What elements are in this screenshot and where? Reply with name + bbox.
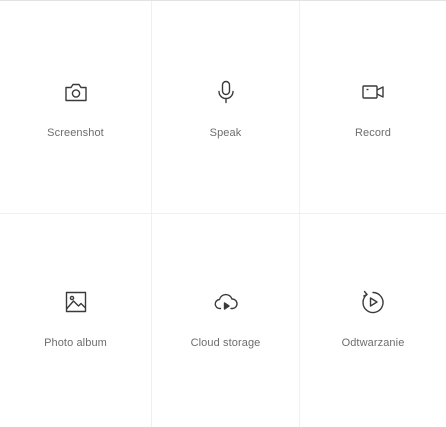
screenshot-button[interactable]: Screenshot [0,1,152,214]
camera-icon [62,78,90,106]
cloud-storage-button[interactable]: Cloud storage [152,214,300,427]
screenshot-label: Screenshot [47,127,104,139]
playback-button[interactable]: Odtwarzanie [300,214,446,427]
record-label: Record [354,127,392,139]
microphone-icon [212,78,240,106]
cloud-play-icon [212,288,240,316]
image-icon [62,288,90,316]
photo-album-label: Photo album [44,337,107,349]
playback-label: Odtwarzanie [341,337,405,349]
speak-label: Speak [209,127,242,139]
action-grid: Screenshot Speak Record Photo album Clou… [0,1,446,427]
replay-icon [359,288,387,316]
cloud-storage-label: Cloud storage [190,337,261,349]
speak-button[interactable]: Speak [152,1,300,214]
video-camera-icon [359,78,387,106]
photo-album-button[interactable]: Photo album [0,214,152,427]
record-button[interactable]: Record [300,1,446,214]
